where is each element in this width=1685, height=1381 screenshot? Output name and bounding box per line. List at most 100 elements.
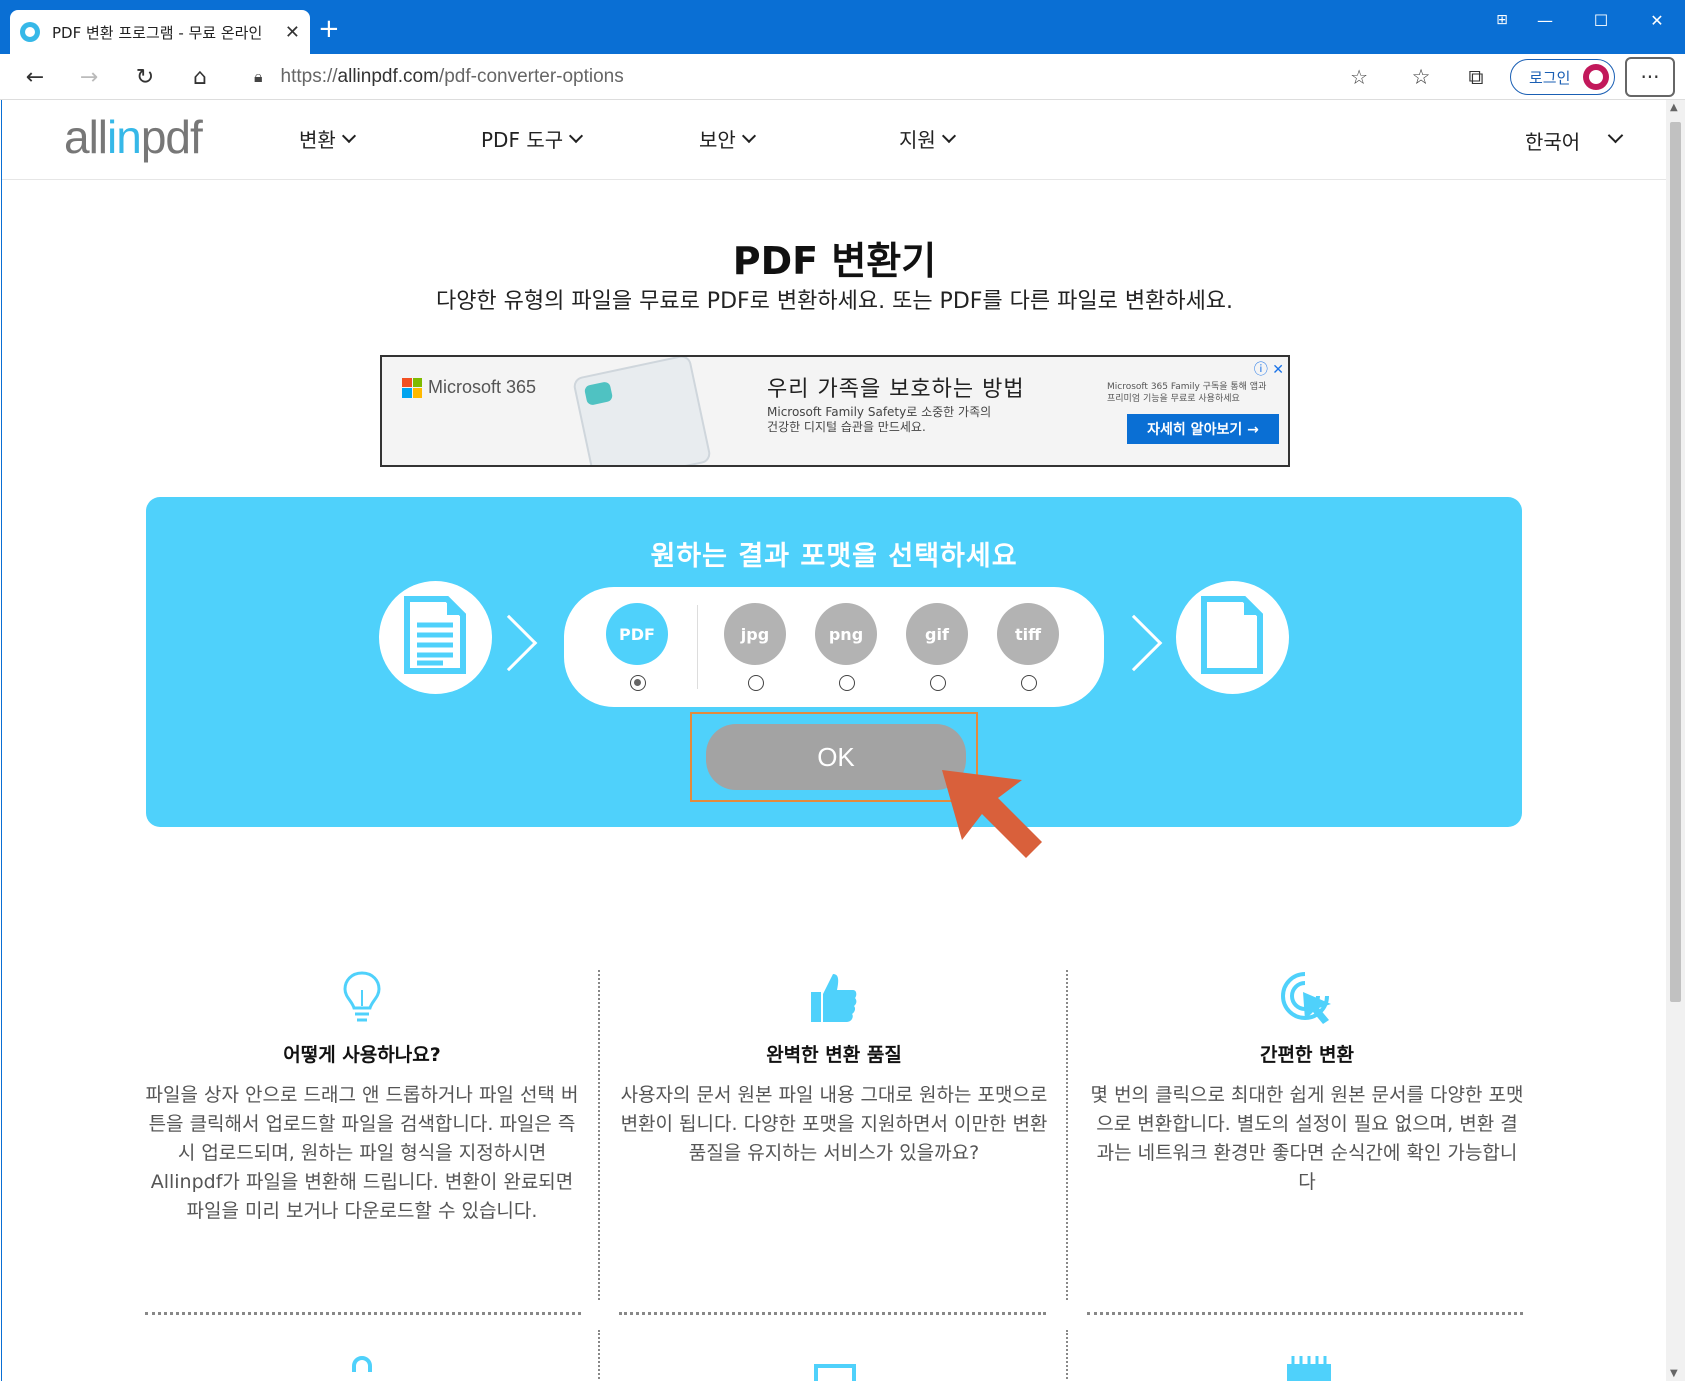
menu-support-label: 지원 (899, 128, 936, 152)
feature-title: 어떻게 사용하나요? (283, 1044, 441, 1066)
collections-icon[interactable]: ⧉ (1459, 60, 1493, 94)
format-radio[interactable] (1021, 675, 1037, 691)
menu-pdf-tools[interactable]: PDF 도구 (481, 124, 584, 153)
address-bar[interactable]: 🔒︎ https://allinpdf.com/pdf-converter-op… (236, 59, 1386, 95)
more-options-icon[interactable]: ··· (1625, 57, 1675, 97)
browser-toolbar: ← → ↻ ⌂ 🔒︎ https://allinpdf.com/pdf-conv… (0, 54, 1685, 100)
maximize-icon[interactable]: ☐ (1573, 0, 1629, 40)
ad-description: Microsoft Family Safety로 소중한 가족의 건강한 디지털… (767, 405, 992, 434)
menu-pdf-tools-label: PDF 도구 (481, 128, 564, 152)
page-subtitle: 다양한 유형의 파일을 무료로 PDF로 변환하세요. 또는 PDF를 다른 파… (435, 289, 1234, 314)
divider (619, 1312, 1046, 1315)
format-option-png[interactable]: png (815, 603, 879, 691)
format-bubble[interactable]: gif (906, 603, 968, 665)
scroll-down-icon[interactable]: ▼ (1670, 1368, 1678, 1379)
chevron-down-icon (569, 128, 584, 143)
close-tab-icon[interactable]: ✕ (285, 22, 300, 43)
format-bubble[interactable]: png (815, 603, 877, 665)
format-radio[interactable] (839, 675, 855, 691)
chevron-right-icon (1105, 614, 1163, 672)
feature-title: 완벽한 변환 품질 (766, 1044, 902, 1066)
feature-easy-conversion: 간편한 변환 몇 번의 클릭으로 최대한 쉽게 원본 문서를 다양한 포맷으로 … (1087, 970, 1527, 1197)
chevron-down-icon[interactable] (1607, 127, 1624, 144)
pointer-arrow-icon (942, 770, 1042, 858)
login-button[interactable]: 로그인 (1510, 59, 1615, 95)
profile-avatar (1583, 64, 1609, 90)
divider (145, 1312, 581, 1315)
page-title: PDF 변환기 (732, 239, 937, 283)
cpu-icon (1287, 1356, 1331, 1381)
ad-headline: 우리 가족을 보호하는 방법 (767, 377, 1025, 402)
scrollbar-thumb[interactable] (1670, 122, 1681, 1002)
phone-image (571, 357, 713, 465)
thumbs-up-icon (811, 974, 857, 1022)
format-bubble[interactable]: jpg (724, 603, 786, 665)
monitor-icon (814, 1364, 856, 1381)
format-option-tiff[interactable]: tiff (997, 603, 1061, 691)
source-document-icon (379, 581, 492, 694)
menu-convert-label: 변환 (299, 128, 336, 152)
new-tab-icon[interactable]: + (318, 14, 340, 44)
menu-security[interactable]: 보안 (699, 124, 756, 153)
format-option-pdf[interactable]: PDF (606, 603, 670, 691)
browser-tab-bar: PDF 변환 프로그램 - 무료 온라인 ✕ + ⊞ — ☐ ✕ (0, 0, 1685, 54)
format-option-jpg[interactable]: jpg (724, 603, 788, 691)
divider (1066, 970, 1068, 1300)
web-page: allinpdf 변환 PDF 도구 보안 지원 한국어 PDF 변환기 다양한… (1, 100, 1666, 1381)
minimize-icon[interactable]: — (1517, 0, 1573, 40)
home-icon[interactable]: ⌂ (183, 60, 217, 94)
format-radio[interactable] (630, 675, 646, 691)
feature-title: 간편한 변환 (1259, 1044, 1354, 1066)
language-selector[interactable]: 한국어 (1525, 126, 1580, 155)
ad-brand: Microsoft 365 (428, 377, 537, 397)
menu-convert[interactable]: 변환 (299, 124, 356, 153)
format-bubble[interactable]: PDF (606, 603, 668, 665)
advertisement-banner[interactable]: Microsoft 365 우리 가족을 보호하는 방법 Microsoft F… (380, 355, 1290, 467)
vertical-scrollbar[interactable]: ▲ ▼ (1666, 100, 1685, 1381)
format-radio[interactable] (930, 675, 946, 691)
format-bubble[interactable]: tiff (997, 603, 1059, 665)
divider (1087, 1312, 1523, 1315)
tab-title: PDF 변환 프로그램 - 무료 온라인 (52, 23, 263, 42)
favorites-icon[interactable]: ☆ (1404, 60, 1438, 94)
lock-icon (352, 1356, 372, 1372)
ad-learn-more-button[interactable]: 자세히 알아보기 → (1127, 414, 1279, 444)
feature-body: 사용자의 문서 원본 파일 내용 그대로 원하는 포맷으로 변환이 됩니다. 다… (620, 1084, 1048, 1164)
converter-title: 원하는 결과 포맷을 선택하세요 (650, 541, 1018, 572)
format-radio[interactable] (748, 675, 764, 691)
feature-quality: 완벽한 변환 품질 사용자의 문서 원본 파일 내용 그대로 원하는 포맷으로 … (614, 970, 1054, 1168)
site-favicon-icon (20, 22, 40, 42)
heart-icon (583, 380, 614, 406)
chevron-down-icon (341, 128, 356, 143)
divider (697, 605, 698, 689)
microsoft-squares-icon (402, 377, 422, 398)
browser-tab[interactable]: PDF 변환 프로그램 - 무료 온라인 ✕ (10, 10, 310, 54)
divider (598, 1330, 600, 1381)
format-option-gif[interactable]: gif (906, 603, 970, 691)
site-header: allinpdf 변환 PDF 도구 보안 지원 한국어 (2, 100, 1666, 180)
menu-security-label: 보안 (699, 128, 736, 152)
adchoices-close-icon[interactable]: ⓘ ✕ (1254, 359, 1284, 379)
click-icon (1281, 972, 1331, 1024)
allinpdf-logo[interactable]: allinpdf (64, 110, 203, 164)
tab-actions-icon[interactable]: ⊞ (1487, 0, 1517, 40)
close-window-icon[interactable]: ✕ (1629, 0, 1685, 40)
ad-small-text: Microsoft 365 Family 구독을 통해 앱과 프리미엄 기능을 … (1107, 382, 1267, 404)
refresh-icon[interactable]: ↻ (128, 60, 162, 94)
divider (1066, 1330, 1068, 1381)
lock-icon[interactable]: 🔒︎ (254, 67, 263, 87)
add-favorite-icon[interactable]: ☆ (1350, 65, 1368, 89)
converter-panel: 원하는 결과 포맷을 선택하세요 PDF jpg png gif tiff OK (146, 497, 1522, 827)
feature-body: 몇 번의 클릭으로 최대한 쉽게 원본 문서를 다양한 포맷으로 변환합니다. … (1090, 1084, 1524, 1193)
feature-how-to-use: 어떻게 사용하나요? 파일을 상자 안으로 드래그 앤 드롭하거나 파일 선택 … (142, 970, 582, 1226)
scroll-up-icon[interactable]: ▲ (1670, 102, 1678, 113)
forward-icon[interactable]: → (72, 60, 106, 94)
menu-support[interactable]: 지원 (899, 124, 956, 153)
back-icon[interactable]: ← (18, 60, 52, 94)
url-text: https://allinpdf.com/pdf-converter-optio… (280, 66, 624, 87)
ok-button[interactable]: OK (706, 724, 966, 790)
microsoft-logo: Microsoft 365 (402, 377, 536, 398)
chevron-down-icon (741, 128, 756, 143)
feature-body: 파일을 상자 안으로 드래그 앤 드롭하거나 파일 선택 버튼을 클릭해서 업로… (145, 1084, 579, 1222)
login-label: 로그인 (1529, 68, 1571, 87)
